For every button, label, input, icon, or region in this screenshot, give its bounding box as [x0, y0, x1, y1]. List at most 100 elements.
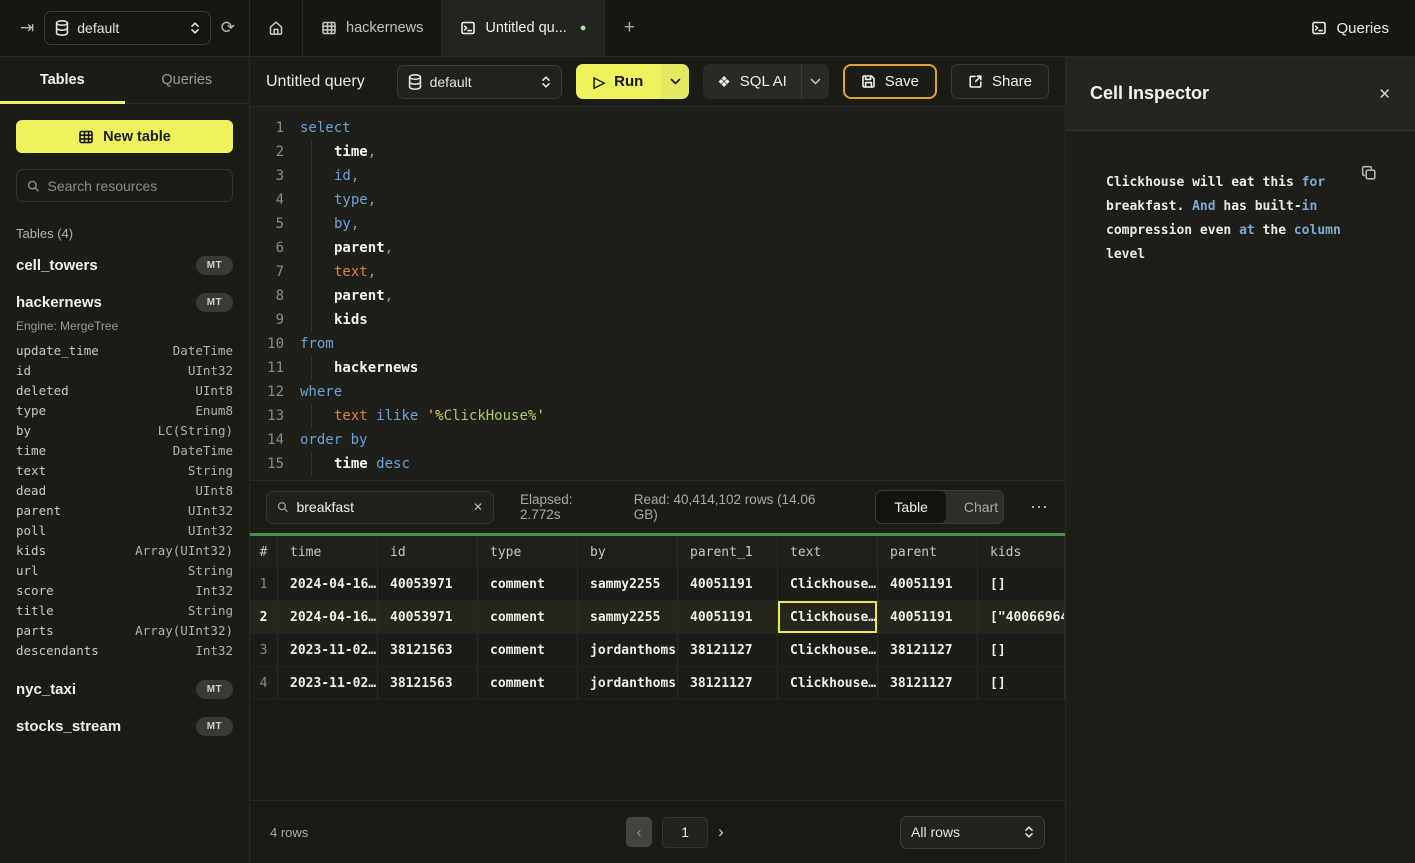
schema-column-row[interactable]: byLC(String)	[16, 421, 233, 441]
clear-search-icon[interactable]: ✕	[473, 500, 483, 514]
tab-home[interactable]	[250, 0, 303, 56]
save-button[interactable]: Save	[843, 64, 937, 99]
column-header[interactable]: id	[378, 536, 478, 568]
results-search[interactable]: ✕	[266, 491, 494, 524]
table-cell[interactable]: sammy2255	[578, 568, 678, 600]
tab-hackernews[interactable]: hackernews	[303, 0, 442, 56]
more-options-icon[interactable]: ⋯	[1030, 497, 1049, 518]
table-cell[interactable]: ["40066964…	[978, 601, 1065, 633]
editor-line[interactable]: 11hackernews	[258, 356, 1065, 380]
editor-line[interactable]: 7text,	[258, 260, 1065, 284]
table-cell[interactable]: 38121127	[878, 667, 978, 699]
table-cell[interactable]: comment	[478, 634, 578, 666]
page-input[interactable]	[662, 817, 708, 848]
editor-line[interactable]: 1select	[258, 116, 1065, 140]
schema-column-row[interactable]: pollUInt32	[16, 521, 233, 541]
editor-line[interactable]: 3id,	[258, 164, 1065, 188]
column-header[interactable]: kids	[978, 536, 1065, 568]
table-cell[interactable]: comment	[478, 568, 578, 600]
prev-page-button[interactable]: ‹	[626, 817, 652, 847]
table-cell[interactable]: []	[978, 667, 1065, 699]
sql-editor[interactable]: 1select2time,3id,4type,5by,6parent,7text…	[250, 107, 1065, 480]
table-cell[interactable]: 40051191	[878, 568, 978, 600]
table-cell[interactable]: Clickhouse…	[778, 667, 878, 699]
resource-search-input[interactable]	[48, 178, 222, 194]
editor-line[interactable]: 10from	[258, 332, 1065, 356]
resource-search[interactable]	[16, 169, 233, 202]
schema-column-row[interactable]: parentUInt32	[16, 501, 233, 521]
next-page-button[interactable]: ›	[718, 822, 724, 842]
table-list-item[interactable]: cell_towersMT	[16, 247, 233, 284]
table-cell[interactable]: 38121127	[878, 634, 978, 666]
queries-button[interactable]: Queries	[1285, 0, 1415, 56]
sidebar-tab-tables[interactable]: Tables	[0, 57, 125, 103]
sql-ai-button[interactable]: ❖ SQL AI	[703, 64, 800, 99]
new-table-button[interactable]: New table	[16, 120, 233, 153]
schema-column-row[interactable]: deadUInt8	[16, 481, 233, 501]
schema-column-row[interactable]: descendantsInt32	[16, 641, 233, 661]
table-cell[interactable]: 2023-11-02…	[278, 667, 378, 699]
table-cell[interactable]: Clickhouse…	[778, 601, 878, 633]
editor-line[interactable]: 15time desc	[258, 452, 1065, 476]
sql-ai-options-button[interactable]	[801, 64, 829, 99]
schema-column-row[interactable]: deletedUInt8	[16, 381, 233, 401]
table-list-item[interactable]: nyc_taxiMT	[16, 671, 233, 708]
run-options-button[interactable]	[661, 64, 689, 99]
table-cell[interactable]: 38121127	[678, 634, 778, 666]
table-cell[interactable]: []	[978, 634, 1065, 666]
editor-line[interactable]: 9kids	[258, 308, 1065, 332]
editor-line[interactable]: 2time,	[258, 140, 1065, 164]
close-icon[interactable]: ✕	[1378, 85, 1391, 103]
table-cell[interactable]: 38121127	[678, 667, 778, 699]
column-header[interactable]: by	[578, 536, 678, 568]
table-list-item[interactable]: hackernewsMT	[16, 284, 233, 321]
copy-icon[interactable]	[1361, 165, 1377, 181]
editor-line[interactable]: 12where	[258, 380, 1065, 404]
new-tab-button[interactable]: +	[605, 0, 653, 56]
column-header[interactable]: #	[250, 536, 278, 568]
run-button[interactable]: ▷ Run	[576, 64, 662, 99]
schema-column-row[interactable]: textString	[16, 461, 233, 481]
column-header[interactable]: parent	[878, 536, 978, 568]
schema-column-row[interactable]: idUInt32	[16, 361, 233, 381]
table-cell[interactable]: sammy2255	[578, 601, 678, 633]
schema-column-row[interactable]: kidsArray(UInt32)	[16, 541, 233, 561]
table-cell[interactable]: 40053971	[378, 601, 478, 633]
column-header[interactable]: parent_1	[678, 536, 778, 568]
table-cell[interactable]: jordanthoms	[578, 667, 678, 699]
view-table-button[interactable]: Table	[876, 491, 945, 523]
schema-column-row[interactable]: update_timeDateTime	[16, 341, 233, 361]
editor-line[interactable]: 8parent,	[258, 284, 1065, 308]
table-cell[interactable]: 40053971	[378, 568, 478, 600]
topbar-database-selector[interactable]: default	[44, 11, 211, 45]
table-cell[interactable]: Clickhouse…	[778, 568, 878, 600]
view-chart-button[interactable]: Chart	[946, 491, 1004, 523]
table-cell[interactable]: comment	[478, 667, 578, 699]
table-cell[interactable]: 2023-11-02…	[278, 634, 378, 666]
sidebar-tab-queries[interactable]: Queries	[125, 57, 250, 103]
query-database-selector[interactable]: default	[397, 65, 562, 99]
schema-column-row[interactable]: typeEnum8	[16, 401, 233, 421]
editor-line[interactable]: 6parent,	[258, 236, 1065, 260]
collapse-sidebar-icon[interactable]: ⇥	[20, 18, 34, 38]
table-cell[interactable]: 38121563	[378, 634, 478, 666]
table-list-item[interactable]: stocks_streamMT	[16, 708, 233, 745]
refresh-icon[interactable]: ⟳	[221, 18, 235, 38]
editor-line[interactable]: 13text ilike '%ClickHouse%'	[258, 404, 1065, 428]
editor-line[interactable]: 4type,	[258, 188, 1065, 212]
column-header[interactable]: text	[778, 536, 878, 568]
table-cell[interactable]: 40051191	[678, 601, 778, 633]
schema-column-row[interactable]: scoreInt32	[16, 581, 233, 601]
schema-column-row[interactable]: urlString	[16, 561, 233, 581]
schema-column-row[interactable]: timeDateTime	[16, 441, 233, 461]
results-search-input[interactable]	[296, 499, 464, 515]
schema-column-row[interactable]: partsArray(UInt32)	[16, 621, 233, 641]
schema-column-row[interactable]: titleString	[16, 601, 233, 621]
column-header[interactable]: type	[478, 536, 578, 568]
table-cell[interactable]: 2024-04-16…	[278, 601, 378, 633]
page-size-selector[interactable]: All rows	[900, 816, 1045, 849]
column-header[interactable]: time	[278, 536, 378, 568]
share-button[interactable]: Share	[951, 64, 1049, 99]
table-cell[interactable]: 2024-04-16…	[278, 568, 378, 600]
table-cell[interactable]: jordanthoms	[578, 634, 678, 666]
